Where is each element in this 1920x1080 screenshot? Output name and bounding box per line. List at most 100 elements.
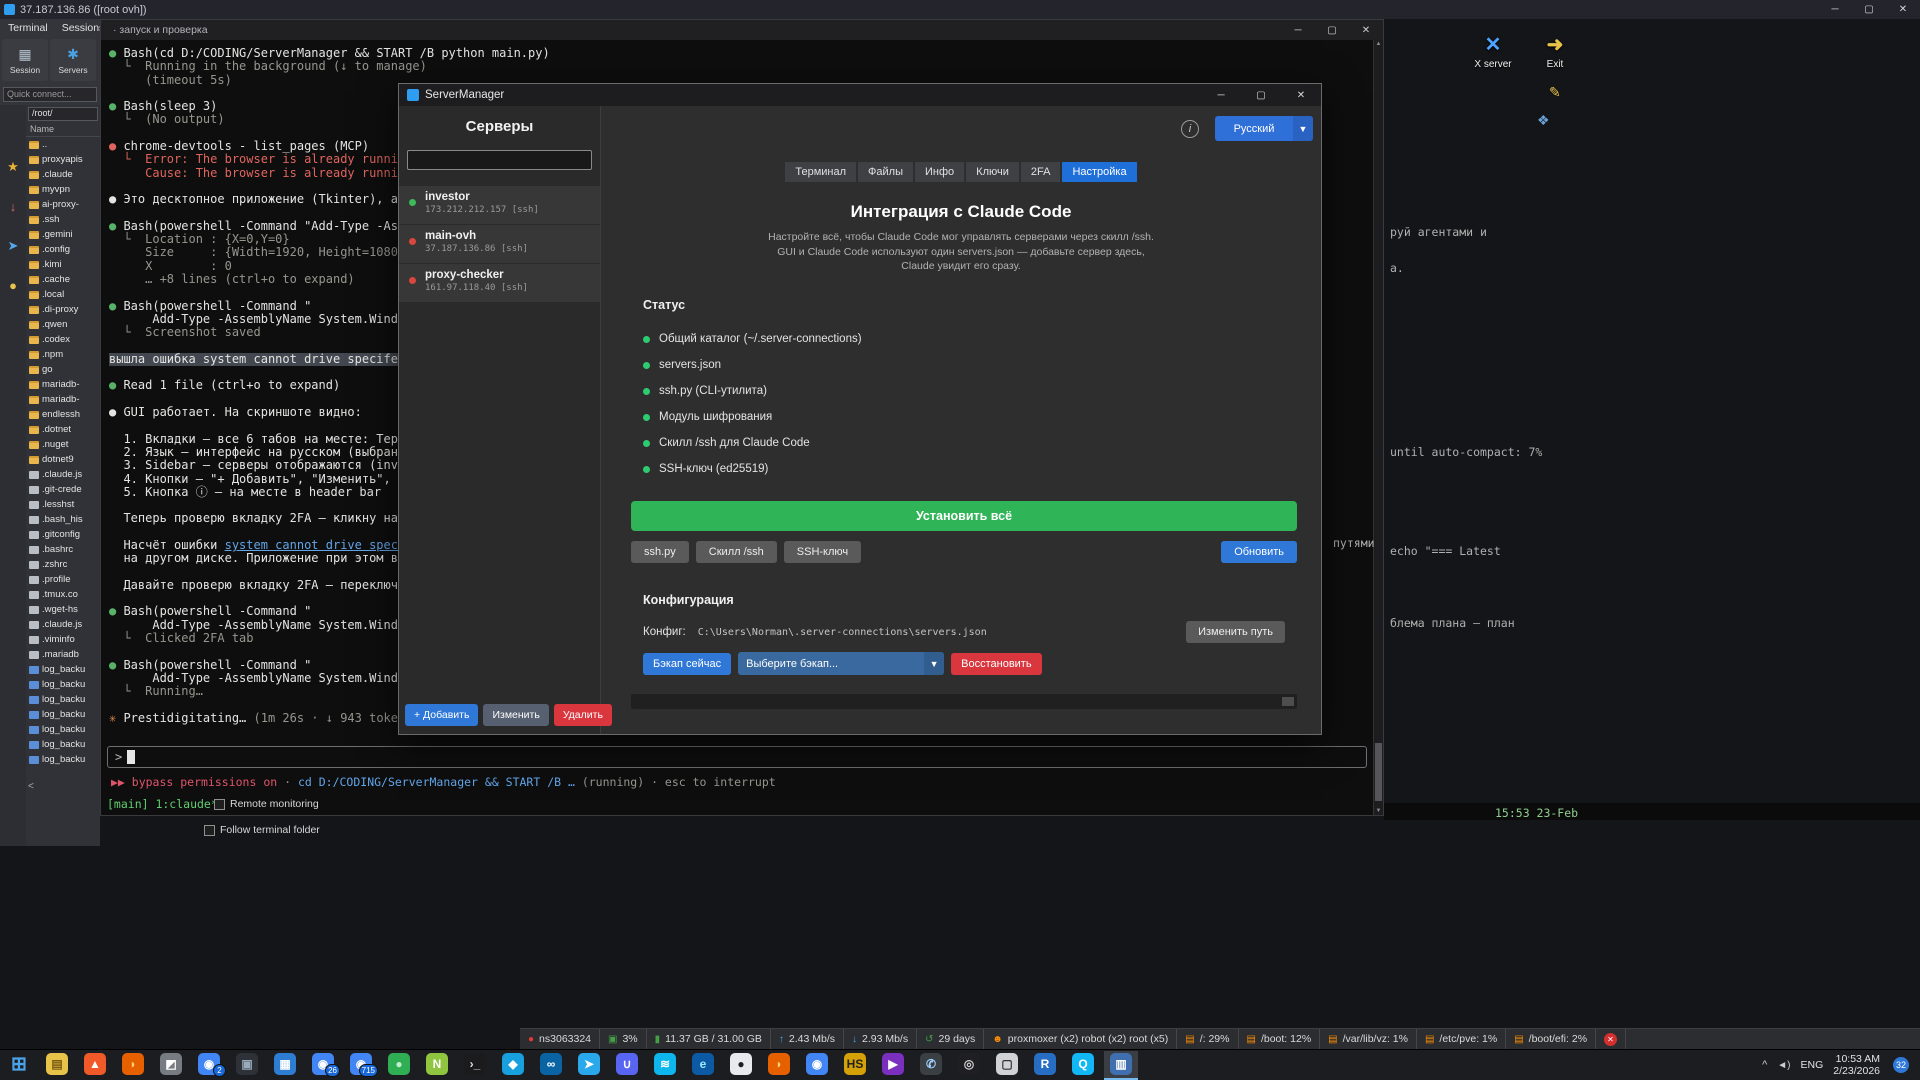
server-search-input[interactable] — [407, 150, 592, 170]
toolbar-servers-button[interactable]: ✱ Servers — [50, 39, 96, 81]
taskbar-app-cyan[interactable]: ◆ — [496, 1051, 530, 1080]
taskbar-github[interactable]: ● — [724, 1051, 758, 1080]
maximize-icon[interactable]: ▢ — [1241, 84, 1281, 106]
file-list-item[interactable]: .bashrc — [26, 542, 100, 557]
file-list-item[interactable]: log_backu — [26, 737, 100, 752]
file-list-item[interactable]: .claude.js — [26, 617, 100, 632]
file-list-item[interactable]: log_backu — [26, 662, 100, 677]
terminal-scrollbar[interactable]: ▲ ▼ — [1373, 40, 1383, 815]
file-list-item[interactable]: .git-crede — [26, 482, 100, 497]
notification-button[interactable]: 32 — [1890, 1056, 1912, 1074]
chevron-down-icon[interactable]: ▼ — [1293, 116, 1313, 141]
file-list-item[interactable]: .profile — [26, 572, 100, 587]
minimize-icon[interactable]: ─ — [1818, 0, 1852, 19]
file-list-item[interactable]: .. — [26, 137, 100, 152]
taskbar-discord[interactable]: ∪ — [610, 1051, 644, 1080]
scrollbar-thumb[interactable] — [1282, 697, 1294, 706]
servermanager-titlebar[interactable]: ServerManager ─ ▢ ✕ — [399, 84, 1321, 106]
quick-connect-input[interactable]: Quick connect... — [3, 87, 97, 102]
taskbar-moba[interactable]: ▥ — [1104, 1050, 1138, 1080]
send-icon[interactable]: ➤ — [8, 238, 19, 254]
taskbar-app-gray[interactable]: ◩ — [154, 1051, 188, 1080]
add-server-button[interactable]: + Добавить — [405, 704, 479, 726]
remote-monitoring-checkbox[interactable] — [214, 798, 225, 810]
taskbar-vs[interactable]: ∞ — [534, 1051, 568, 1080]
terminal-prompt-input[interactable]: > — [107, 746, 1367, 768]
toolbar-session-button[interactable]: ▦ Session — [2, 39, 48, 81]
maximize-icon[interactable]: ▢ — [1315, 20, 1349, 40]
file-list-item[interactable]: mariadb- — [26, 392, 100, 407]
component-button[interactable]: Скилл /ssh — [695, 541, 777, 563]
edit-server-button[interactable]: Изменить — [483, 704, 549, 726]
info-button[interactable]: i — [1181, 120, 1199, 138]
server-item[interactable]: proxy-checker 161.97.118.40 [ssh] — [399, 264, 600, 303]
file-list-item[interactable]: .nuget — [26, 437, 100, 452]
taskbar-phone[interactable]: ✆ — [914, 1051, 948, 1080]
taskbar-brave[interactable]: ▲ — [78, 1051, 112, 1080]
file-list-item[interactable]: .codex — [26, 332, 100, 347]
file-list-item[interactable]: log_backu — [26, 707, 100, 722]
tab-Инфо[interactable]: Инфо — [915, 162, 965, 182]
server-item[interactable]: main-ovh 37.187.136.86 [ssh] — [399, 225, 600, 264]
backup-now-button[interactable]: Бэкап сейчас — [643, 652, 732, 675]
follow-folder-checkbox[interactable] — [204, 824, 215, 836]
file-list-item[interactable]: .tmux.co — [26, 587, 100, 602]
file-list-header[interactable]: Name — [26, 123, 100, 137]
file-list-item[interactable]: log_backu — [26, 752, 100, 767]
tab-Настройка[interactable]: Настройка — [1062, 162, 1137, 182]
tab-Файлы[interactable]: Файлы — [858, 162, 913, 182]
taskbar-quick[interactable]: Q — [1066, 1051, 1100, 1080]
volume-icon[interactable]: ◄) — [1777, 1060, 1790, 1071]
tray-clock[interactable]: 10:53 AM 2/23/2026 — [1833, 1053, 1880, 1077]
change-path-button[interactable]: Изменить путь — [1186, 621, 1285, 643]
file-list-item[interactable]: log_backu — [26, 677, 100, 692]
chevron-down-icon[interactable]: ▼ — [924, 652, 945, 675]
taskbar-hs[interactable]: HS — [838, 1051, 872, 1080]
taskbar-r[interactable]: R — [1028, 1051, 1062, 1080]
file-list-item[interactable]: .config — [26, 242, 100, 257]
tab-Терминал[interactable]: Терминал — [785, 162, 857, 182]
taskbar-app-green[interactable]: ● — [382, 1051, 416, 1080]
file-list-item[interactable]: .mariadb — [26, 647, 100, 662]
taskbar-chrome-4[interactable]: ◉ — [800, 1051, 834, 1080]
file-list-item[interactable]: .qwen — [26, 317, 100, 332]
file-list-item[interactable]: .cache — [26, 272, 100, 287]
component-button[interactable]: ssh.py — [631, 541, 689, 563]
file-list-item[interactable]: ai-proxy- — [26, 197, 100, 212]
maximize-icon[interactable]: ▢ — [1852, 0, 1886, 19]
desktop-icon-exit[interactable]: ➜ Exit — [1530, 32, 1580, 70]
minimize-icon[interactable]: ─ — [1201, 84, 1241, 106]
file-list-item[interactable]: .gitconfig — [26, 527, 100, 542]
language-select[interactable]: Русский ▼ — [1215, 116, 1313, 141]
minimize-icon[interactable]: ─ — [1281, 20, 1315, 40]
refresh-button[interactable]: Обновить — [1221, 541, 1297, 563]
taskbar-edge[interactable]: e — [686, 1051, 720, 1080]
taskbar-explorer[interactable]: ▤ — [40, 1051, 74, 1080]
file-list-item[interactable]: .dotnet — [26, 422, 100, 437]
taskbar-docker[interactable]: ≋ — [648, 1051, 682, 1080]
terminal-titlebar[interactable]: · запуск и проверка ─ ▢ ✕ — [101, 20, 1383, 40]
file-list-item[interactable]: mariadb- — [26, 377, 100, 392]
file-list-item[interactable]: .local — [26, 287, 100, 302]
favorites-star-icon[interactable]: ★ — [7, 159, 19, 175]
file-list-item[interactable]: go — [26, 362, 100, 377]
start-button[interactable]: ⊞ — [2, 1051, 36, 1080]
file-list-item[interactable]: .ssh — [26, 212, 100, 227]
install-all-button[interactable]: Установить всё — [631, 501, 1297, 531]
scrollbar-thumb[interactable] — [1375, 743, 1382, 801]
desktop-icon-x-server[interactable]: ✕ X server — [1468, 32, 1518, 70]
file-list-item[interactable]: .viminfo — [26, 632, 100, 647]
component-button[interactable]: SSH-ключ — [783, 541, 862, 563]
backup-select[interactable]: Выберите бэкап... ▼ — [738, 652, 945, 675]
horizontal-scrollbar[interactable] — [631, 694, 1297, 709]
taskbar-app-purple[interactable]: ▶ — [876, 1051, 910, 1080]
file-list-item[interactable]: .npm — [26, 347, 100, 362]
taskbar-telegram[interactable]: ➤ — [572, 1051, 606, 1080]
tray-expand-icon[interactable]: ^ — [1762, 1059, 1767, 1071]
file-list-item[interactable]: .di-proxy — [26, 302, 100, 317]
sidebar-scroll-hint[interactable]: < — [28, 781, 34, 792]
file-list-item[interactable]: .bash_his — [26, 512, 100, 527]
file-list-item[interactable]: .claude.js — [26, 467, 100, 482]
pencil-icon[interactable]: ✎ — [1549, 84, 1561, 101]
menu-terminal[interactable]: Terminal — [6, 21, 50, 35]
